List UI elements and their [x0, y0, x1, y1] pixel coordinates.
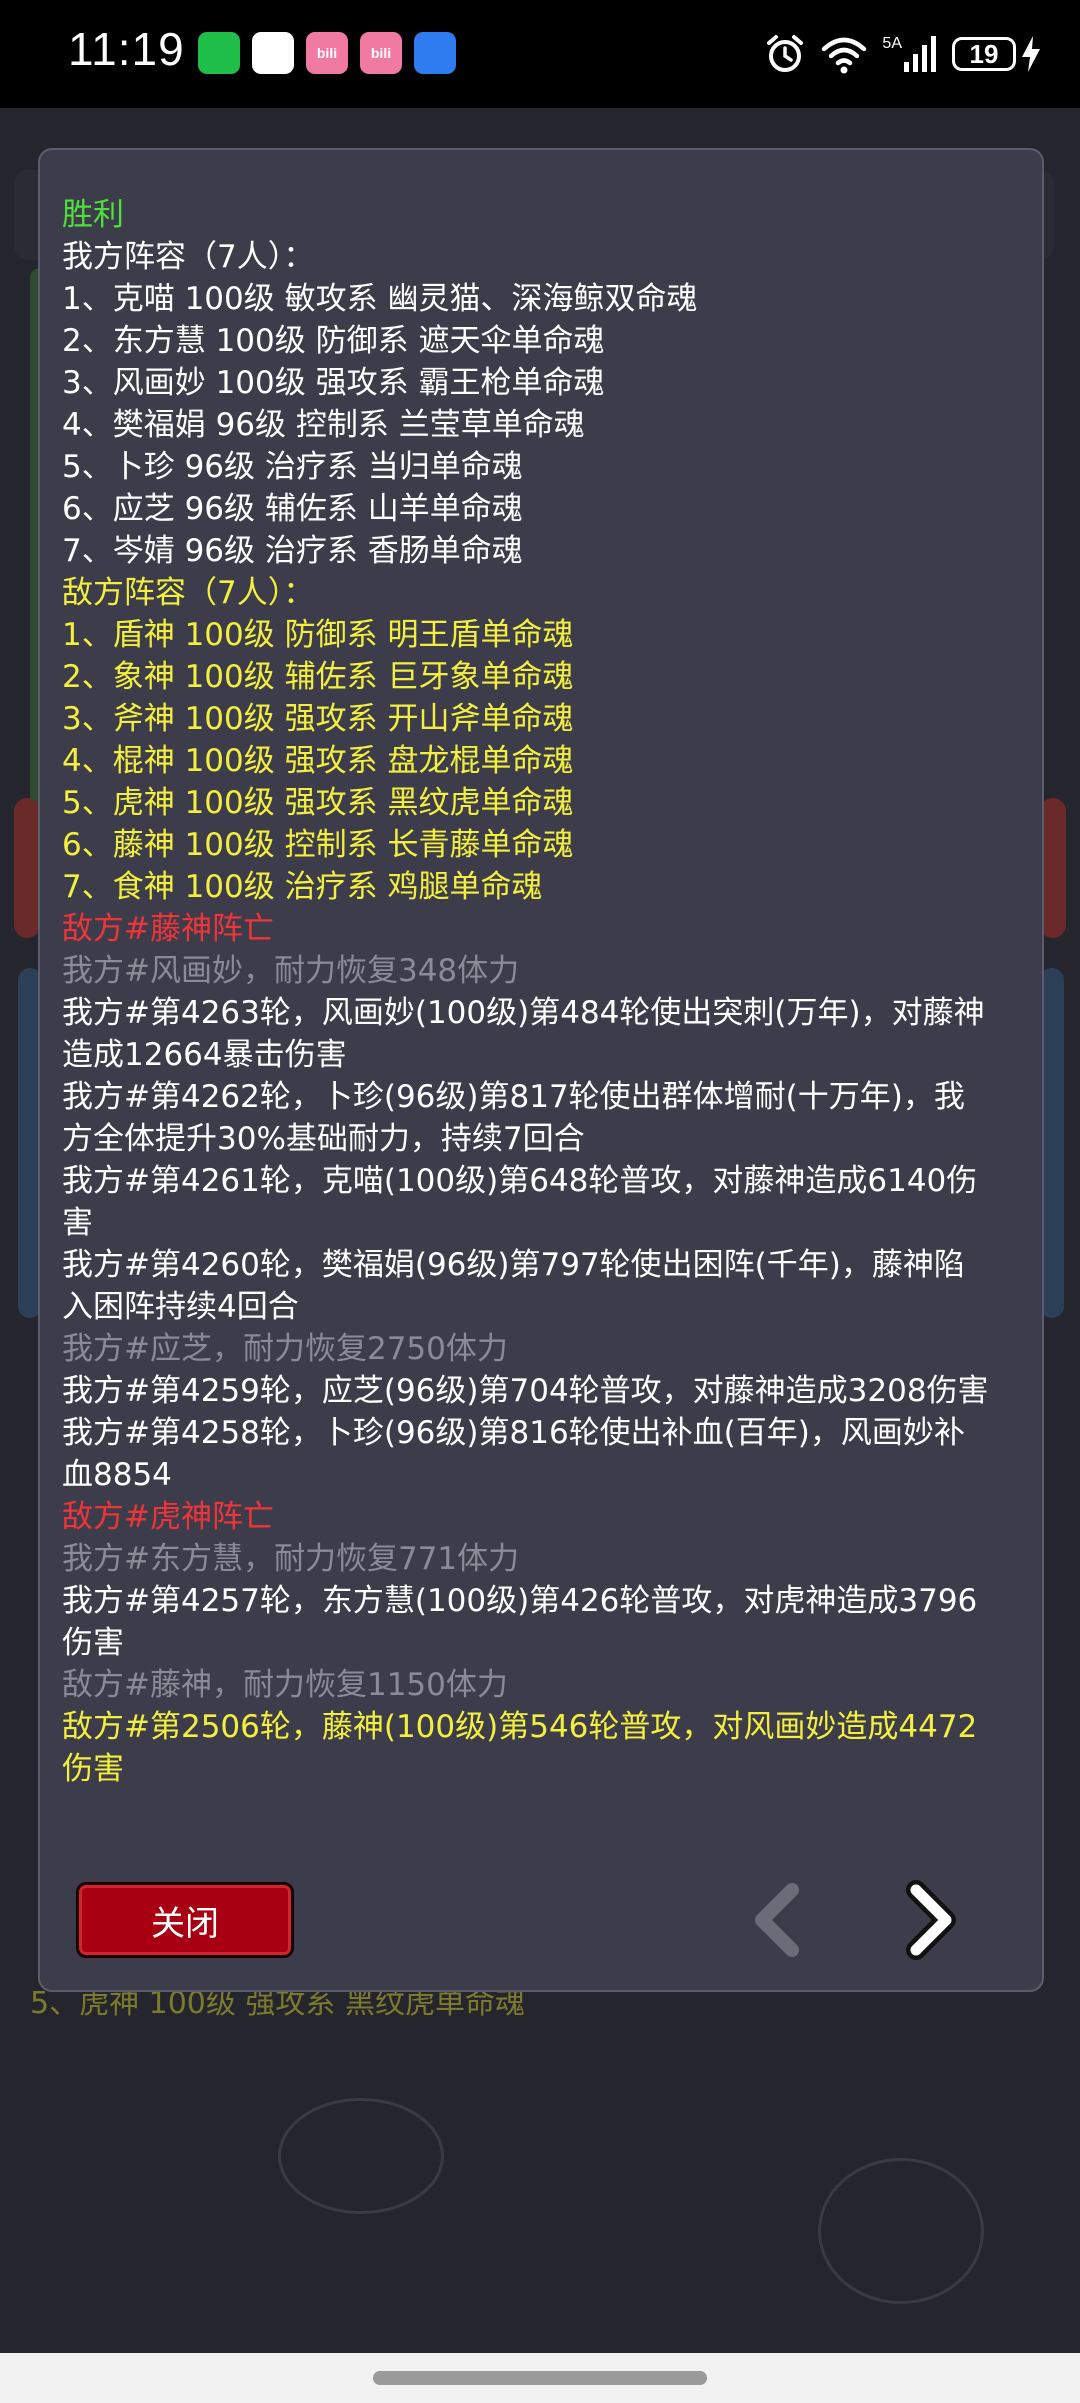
app-q-icon — [252, 32, 294, 74]
log-line: 我方#第4257轮，东方慧(100级)第426轮普攻，对虎神造成3796 伤害 — [62, 1583, 978, 1661]
status-bar: 11:19 bili bili 5A 19 — [0, 0, 1080, 108]
log-line: 敌方#藤神，耐力恢复1150体力 — [62, 1667, 508, 1703]
previous-page-icon[interactable] — [740, 1880, 820, 1960]
log-line: 我方#第4258轮，卜珍(96级)第816轮使出补血(百年)，风画妙补 血885… — [62, 1415, 965, 1493]
log-line: 敌方阵容（7人）： — [62, 575, 315, 611]
background-decoration — [818, 2158, 984, 2304]
bilibili-icon-2: bili — [360, 32, 402, 74]
log-line: 7、食神 100级 治疗系 鸡腿单命魂 — [62, 869, 543, 905]
log-line: 7、岑婧 96级 治疗系 香肠单命魂 — [62, 533, 523, 569]
log-line: 3、斧神 100级 强攻系 开山斧单命魂 — [62, 701, 574, 737]
network-type: 5A — [882, 35, 902, 52]
log-line: 胜利 — [62, 197, 124, 233]
log-line: 我方#第4262轮，卜珍(96级)第817轮使出群体增耐(十万年)，我 方全体提… — [62, 1079, 965, 1157]
signal-icon — [904, 36, 936, 72]
log-line: 我方#第4261轮，克喵(100级)第648轮普攻，对藤神造成6140伤 害 — [62, 1163, 978, 1241]
home-gesture-handle[interactable] — [373, 2371, 707, 2385]
log-line: 6、应芝 96级 辅佐系 山羊单命魂 — [62, 491, 523, 527]
log-line: 我方#第4259轮，应芝(96级)第704轮普攻，对藤神造成3208伤害 — [62, 1373, 989, 1409]
next-page-icon[interactable] — [890, 1880, 970, 1960]
log-line: 我方#风画妙，耐力恢复348体力 — [62, 953, 520, 989]
log-line: 我方阵容（7人）： — [62, 239, 315, 275]
wifi-icon — [822, 37, 867, 74]
log-line: 5、卜珍 96级 治疗系 当归单命魂 — [62, 449, 523, 485]
log-line: 5、虎神 100级 强攻系 黑纹虎单命魂 — [62, 785, 574, 821]
log-line: 3、风画妙 100级 强攻系 霸王枪单命魂 — [62, 365, 605, 401]
alarm-icon — [767, 35, 804, 72]
log-line: 我方#东方慧，耐力恢复771体力 — [62, 1541, 520, 1577]
log-line: 4、樊福娟 96级 控制系 兰莹草单命魂 — [62, 407, 585, 443]
wechat-icon — [198, 32, 240, 74]
log-line: 1、克喵 100级 敏攻系 幽灵猫、深海鲸双命魂 — [62, 281, 698, 317]
battle-log-dialog: 胜利我方阵容（7人）： 1、克喵 100级 敏攻系 幽灵猫、深海鲸双命魂 2、东方慧… — [38, 148, 1044, 1992]
background-decoration — [278, 2098, 444, 2214]
log-line: 敌方#第2506轮，藤神(100级)第546轮普攻，对风画妙造成4472 伤害 — [62, 1709, 978, 1787]
message-icon — [414, 32, 456, 74]
log-line: 敌方#虎神阵亡 — [62, 1499, 274, 1535]
log-line: 我方#应芝，耐力恢复2750体力 — [62, 1331, 508, 1367]
log-line: 1、盾神 100级 防御系 明王盾单命魂 — [62, 617, 574, 653]
bilibili-icon: bili — [306, 32, 348, 74]
charging-icon — [1022, 36, 1040, 72]
log-line: 我方#第4260轮，樊福娟(96级)第797轮使出困阵(千年)，藤神陷 入困阵持… — [62, 1247, 965, 1325]
log-line: 我方#第4263轮，风画妙(100级)第484轮使出突刺(万年)，对藤神 造成1… — [62, 995, 985, 1073]
log-line: 2、东方慧 100级 防御系 遮天伞单命魂 — [62, 323, 605, 359]
battery-indicator: 19 — [952, 37, 1016, 71]
log-line: 4、棍神 100级 强攻系 盘龙棍单命魂 — [62, 743, 574, 779]
status-right: 5A 19 — [764, 30, 1042, 78]
background-panel — [14, 798, 40, 938]
battle-log[interactable]: 胜利我方阵容（7人）： 1、克喵 100级 敏攻系 幽灵猫、深海鲸双命魂 2、东方慧… — [62, 194, 1022, 1790]
log-line: 2、象神 100级 辅佐系 巨牙象单命魂 — [62, 659, 574, 695]
status-time: 11:19 — [68, 23, 185, 75]
close-button[interactable]: 关闭 — [76, 1882, 294, 1958]
log-line: 6、藤神 100级 控制系 长青藤单命魂 — [62, 827, 574, 863]
log-line: 敌方#藤神阵亡 — [62, 911, 274, 947]
